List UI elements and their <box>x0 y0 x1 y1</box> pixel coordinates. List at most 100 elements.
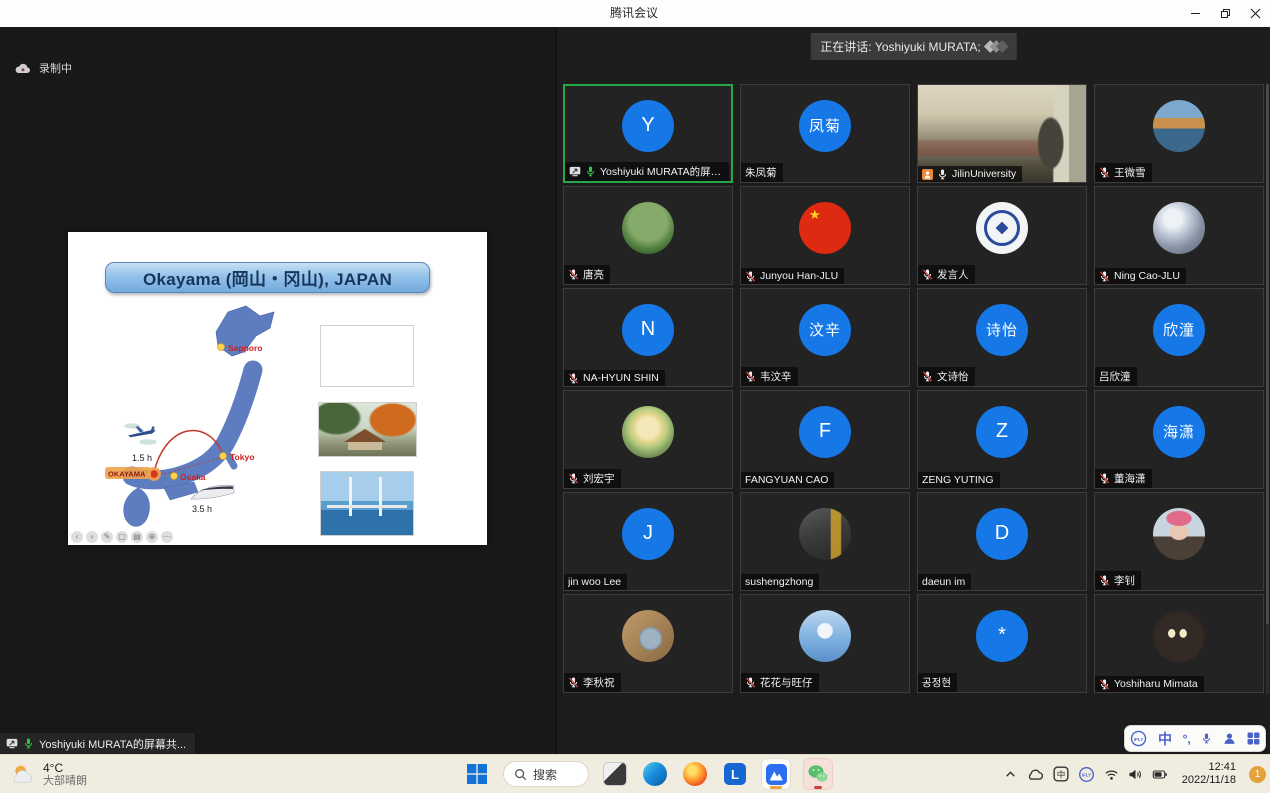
snipping-tool-icon <box>603 762 627 786</box>
participant-avatar: 汶辛 <box>799 304 851 356</box>
ime-user-icon[interactable] <box>1223 732 1236 745</box>
mic-muted-icon <box>745 271 756 282</box>
close-button[interactable] <box>1240 0 1270 27</box>
participant-name-bar: Ning Cao-JLU <box>1095 268 1186 284</box>
ime-ifly-logo-icon[interactable]: iFLY <box>1130 730 1147 747</box>
taskbar-app-tencent-meeting[interactable] <box>761 758 791 790</box>
slide-control-pages[interactable]: ▤ <box>131 531 143 543</box>
participant-tile[interactable]: 唐亮 <box>563 186 733 285</box>
participant-name-bar: 韦汶辛 <box>741 367 798 386</box>
participant-tile[interactable]: 花花与旺仔 <box>740 594 910 693</box>
recording-label: 录制中 <box>39 60 72 76</box>
taskbar-app-wechat[interactable] <box>803 758 833 790</box>
windows-logo-icon <box>467 764 487 784</box>
participant-name: 吕欣潼 <box>1099 369 1131 384</box>
participant-tile[interactable]: Yoshiharu Mimata <box>1094 594 1264 693</box>
participant-avatar <box>799 508 851 560</box>
window-title: 腾讯会议 <box>610 0 658 27</box>
ime-voice-icon[interactable] <box>1201 733 1212 744</box>
lenovo-app-icon: L <box>724 763 746 785</box>
participant-tile[interactable]: 凤菊朱凤菊 <box>740 84 910 183</box>
tray-onedrive-icon[interactable] <box>1026 768 1044 781</box>
notification-count-badge[interactable]: 1 <box>1249 766 1266 783</box>
slide-control-more[interactable]: ⋯ <box>161 531 173 543</box>
mic-muted-icon <box>568 269 579 280</box>
participant-tile[interactable]: *공정현 <box>917 594 1087 693</box>
participant-avatar <box>976 202 1028 254</box>
participant-tile[interactable]: FFANGYUAN CAO <box>740 390 910 489</box>
participant-tile[interactable]: Jjin woo Lee <box>563 492 733 591</box>
participant-tile[interactable]: JilinUniversity <box>917 84 1087 183</box>
volume-level-icon <box>989 42 1007 51</box>
slide-control-prev[interactable]: ‹ <box>71 531 83 543</box>
participant-name-bar: NA-HYUN SHIN <box>564 370 665 386</box>
presentation-slide: Okayama (岡山・冈山), JAPAN <box>68 232 487 545</box>
screen-share-floating-label[interactable]: Yoshiyuki MURATA的屏幕共... <box>0 733 195 754</box>
firefox-icon <box>683 762 707 786</box>
tray-ime-language-icon[interactable]: 中 <box>1053 766 1069 782</box>
tray-battery-icon[interactable] <box>1152 768 1168 781</box>
minimize-button[interactable] <box>1180 0 1210 27</box>
participant-name: 刘宏宇 <box>583 471 615 486</box>
participant-tile[interactable]: 欣潼吕欣潼 <box>1094 288 1264 387</box>
participant-tile[interactable]: 发言人 <box>917 186 1087 285</box>
recording-indicator[interactable]: 录制中 <box>15 60 72 76</box>
participant-tile[interactable]: 刘宏宇 <box>563 390 733 489</box>
tray-chevron-up-icon[interactable] <box>1004 768 1017 781</box>
participant-avatar: 诗怡 <box>976 304 1028 356</box>
ime-keyboard-icon[interactable] <box>1247 732 1260 745</box>
taskbar-weather-widget[interactable]: 4°C 大部晴朗 <box>10 755 87 793</box>
taskbar-app-edge[interactable] <box>641 759 669 789</box>
participant-name-bar: Junyou Han-JLU <box>741 268 844 284</box>
start-button[interactable] <box>463 759 491 789</box>
grid-scrollbar[interactable] <box>1266 84 1269 694</box>
participant-name-bar: 공정현 <box>918 673 957 692</box>
mic-muted-icon <box>1099 271 1110 282</box>
slide-control-next[interactable]: › <box>86 531 98 543</box>
participant-avatar <box>622 202 674 254</box>
taskbar-app-lenovo-app[interactable]: L <box>721 759 749 789</box>
participant-tile[interactable]: 李钊 <box>1094 492 1264 591</box>
participant-name-bar: jin woo Lee <box>564 574 627 590</box>
participant-avatar <box>799 610 851 662</box>
slide-controls: ‹›✎▢▤⊕⋯ <box>71 531 173 543</box>
slide-control-shape[interactable]: ▢ <box>116 531 128 543</box>
participant-tile[interactable]: 李秋祝 <box>563 594 733 693</box>
taskbar-app-snipping[interactable] <box>601 759 629 789</box>
participant-tile[interactable]: Junyou Han-JLU <box>740 186 910 285</box>
participant-tile[interactable]: sushengzhong <box>740 492 910 591</box>
participant-tile[interactable]: 海潇董海潇 <box>1094 390 1264 489</box>
participant-tile[interactable]: 汶辛韦汶辛 <box>740 288 910 387</box>
tray-ifly-input-icon[interactable]: iFLY <box>1078 766 1095 783</box>
slide-control-zoom[interactable]: ⊕ <box>146 531 158 543</box>
ime-punctuation-icon[interactable]: °, <box>1183 732 1191 746</box>
participant-tile[interactable]: Ddaeun im <box>917 492 1087 591</box>
participant-tile[interactable]: 诗怡文诗怡 <box>917 288 1087 387</box>
participant-tile[interactable]: YYoshiyuki MURATA的屏幕共... <box>563 84 733 183</box>
participant-avatar <box>1153 202 1205 254</box>
taskbar-center: 搜索 L <box>463 755 833 793</box>
participant-avatar <box>622 610 674 662</box>
tray-wifi-icon[interactable] <box>1104 768 1119 781</box>
weather-temperature: 4°C <box>43 761 87 775</box>
taskbar-app-firefox[interactable] <box>681 759 709 789</box>
participant-name-bar: 刘宏宇 <box>564 469 621 488</box>
taskbar: 4°C 大部晴朗 搜索 L 中iFLY 12:41 <box>0 754 1270 793</box>
taskbar-search[interactable]: 搜索 <box>503 761 589 787</box>
speaking-status-toast: 正在讲话: Yoshiyuki MURATA; <box>810 33 1016 60</box>
map-label-tokyo: Tokyo <box>230 452 254 462</box>
restore-button[interactable] <box>1210 0 1240 27</box>
participant-tile[interactable]: NNA-HYUN SHIN <box>563 288 733 387</box>
taskbar-clock[interactable]: 12:41 2022/11/18 <box>1182 761 1236 787</box>
participant-tile[interactable]: 王微雪 <box>1094 84 1264 183</box>
participant-name: daeun im <box>922 576 965 588</box>
ime-chinese-mode-icon[interactable]: 中 <box>1158 729 1172 749</box>
slide-control-pen[interactable]: ✎ <box>101 531 113 543</box>
tray-volume-icon[interactable] <box>1128 768 1143 781</box>
participant-tile[interactable]: Ning Cao-JLU <box>1094 186 1264 285</box>
member-badge-icon <box>922 169 933 180</box>
participant-avatar: Z <box>976 406 1028 458</box>
participant-tile[interactable]: ZZENG YUTING <box>917 390 1087 489</box>
desktop-screen: 腾讯会议 录制中 Okayam <box>0 0 1270 793</box>
mic-muted-icon <box>1099 473 1110 484</box>
